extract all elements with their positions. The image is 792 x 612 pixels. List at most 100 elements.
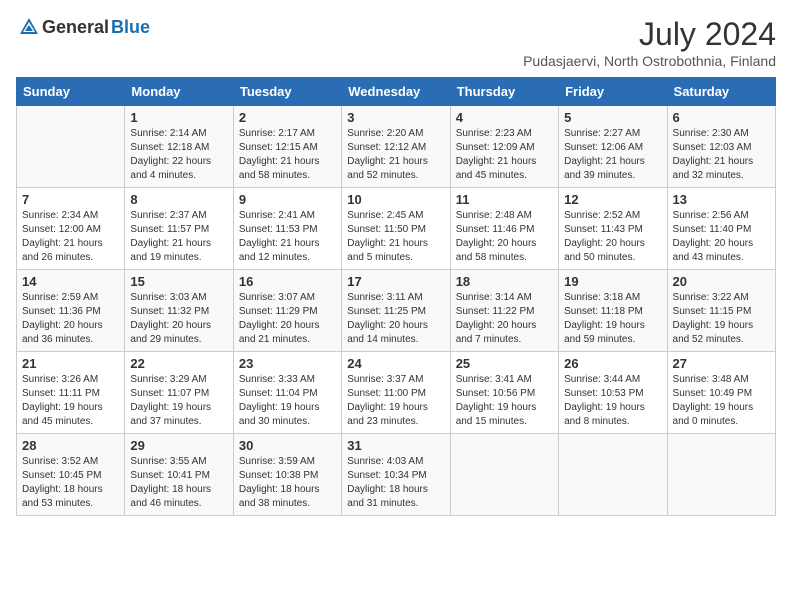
day-number: 15 xyxy=(130,274,227,289)
calendar-cell: 28 Sunrise: 3:52 AM Sunset: 10:45 PM Dayl… xyxy=(17,434,125,516)
month-year: July 2024 xyxy=(523,16,776,53)
day-detail: Sunrise: 3:52 AM Sunset: 10:45 PM Daylig… xyxy=(22,455,119,511)
day-number: 13 xyxy=(673,192,770,207)
day-detail: Sunrise: 3:11 AM Sunset: 11:25 PM Daylig… xyxy=(347,291,444,347)
calendar-cell: 16 Sunrise: 3:07 AM Sunset: 11:29 PM Dayl… xyxy=(233,270,341,352)
day-number: 18 xyxy=(456,274,553,289)
calendar-cell: 13 Sunrise: 2:56 AM Sunset: 11:40 PM Dayl… xyxy=(667,188,775,270)
day-detail: Sunrise: 2:30 AM Sunset: 12:03 AM Daylig… xyxy=(673,127,770,183)
day-detail: Sunrise: 3:14 AM Sunset: 11:22 PM Daylig… xyxy=(456,291,553,347)
day-detail: Sunrise: 2:56 AM Sunset: 11:40 PM Daylig… xyxy=(673,209,770,265)
day-number: 28 xyxy=(22,438,119,453)
calendar-table: SundayMondayTuesdayWednesdayThursdayFrid… xyxy=(16,77,776,516)
calendar-cell: 22 Sunrise: 3:29 AM Sunset: 11:07 PM Dayl… xyxy=(125,352,233,434)
header-saturday: Saturday xyxy=(667,78,775,106)
day-number: 5 xyxy=(564,110,661,125)
location: Pudasjaervi, North Ostrobothnia, Finland xyxy=(523,53,776,69)
calendar-cell: 19Sunrise: 3:18 AM Sunset: 11:18 PM Dayl… xyxy=(559,270,667,352)
day-number: 9 xyxy=(239,192,336,207)
day-detail: Sunrise: 2:14 AM Sunset: 12:18 AM Daylig… xyxy=(130,127,227,183)
calendar-cell: 20 Sunrise: 3:22 AM Sunset: 11:15 PM Dayl… xyxy=(667,270,775,352)
day-detail: Sunrise: 2:37 AM Sunset: 11:57 PM Daylig… xyxy=(130,209,227,265)
day-number: 23 xyxy=(239,356,336,371)
day-detail: Sunrise: 3:48 AM Sunset: 10:49 PM Daylig… xyxy=(673,373,770,429)
day-detail: Sunrise: 3:22 AM Sunset: 11:15 PM Daylig… xyxy=(673,291,770,347)
calendar-cell: 31Sunrise: 4:03 AM Sunset: 10:34 PM Dayl… xyxy=(342,434,450,516)
day-number: 17 xyxy=(347,274,444,289)
calendar-cell: 6 Sunrise: 2:30 AM Sunset: 12:03 AM Dayli… xyxy=(667,106,775,188)
calendar-cell: 12Sunrise: 2:52 AM Sunset: 11:43 PM Dayl… xyxy=(559,188,667,270)
logo: General Blue xyxy=(16,16,150,38)
day-number: 8 xyxy=(130,192,227,207)
calendar-cell: 3 Sunrise: 2:20 AM Sunset: 12:12 AM Dayli… xyxy=(342,106,450,188)
day-detail: Sunrise: 2:20 AM Sunset: 12:12 AM Daylig… xyxy=(347,127,444,183)
calendar-cell: 26Sunrise: 3:44 AM Sunset: 10:53 PM Dayl… xyxy=(559,352,667,434)
logo-text-blue: Blue xyxy=(111,17,150,38)
header-tuesday: Tuesday xyxy=(233,78,341,106)
day-detail: Sunrise: 3:03 AM Sunset: 11:32 PM Daylig… xyxy=(130,291,227,347)
day-number: 30 xyxy=(239,438,336,453)
calendar-cell xyxy=(559,434,667,516)
day-number: 22 xyxy=(130,356,227,371)
day-number: 20 xyxy=(673,274,770,289)
day-number: 29 xyxy=(130,438,227,453)
calendar-cell: 24Sunrise: 3:37 AM Sunset: 11:00 PM Dayl… xyxy=(342,352,450,434)
day-detail: Sunrise: 2:45 AM Sunset: 11:50 PM Daylig… xyxy=(347,209,444,265)
day-detail: Sunrise: 2:59 AM Sunset: 11:36 PM Daylig… xyxy=(22,291,119,347)
calendar-cell: 30 Sunrise: 3:59 AM Sunset: 10:38 PM Dayl… xyxy=(233,434,341,516)
calendar-cell: 27Sunrise: 3:48 AM Sunset: 10:49 PM Dayl… xyxy=(667,352,775,434)
day-detail: Sunrise: 2:34 AM Sunset: 12:00 AM Daylig… xyxy=(22,209,119,265)
calendar-cell: 18 Sunrise: 3:14 AM Sunset: 11:22 PM Dayl… xyxy=(450,270,558,352)
calendar-cell: 29 Sunrise: 3:55 AM Sunset: 10:41 PM Dayl… xyxy=(125,434,233,516)
day-number: 3 xyxy=(347,110,444,125)
calendar-cell: 23 Sunrise: 3:33 AM Sunset: 11:04 PM Dayl… xyxy=(233,352,341,434)
header: General Blue July 2024 Pudasjaervi, Nort… xyxy=(16,16,776,69)
day-number: 16 xyxy=(239,274,336,289)
calendar-cell: 10 Sunrise: 2:45 AM Sunset: 11:50 PM Dayl… xyxy=(342,188,450,270)
day-number: 1 xyxy=(130,110,227,125)
calendar-week-row: 7 Sunrise: 2:34 AM Sunset: 12:00 AM Dayli… xyxy=(17,188,776,270)
day-number: 26 xyxy=(564,356,661,371)
day-detail: Sunrise: 3:41 AM Sunset: 10:56 PM Daylig… xyxy=(456,373,553,429)
calendar-cell: 14 Sunrise: 2:59 AM Sunset: 11:36 PM Dayl… xyxy=(17,270,125,352)
calendar-cell: 5Sunrise: 2:27 AM Sunset: 12:06 AM Dayli… xyxy=(559,106,667,188)
header-wednesday: Wednesday xyxy=(342,78,450,106)
calendar-cell xyxy=(667,434,775,516)
day-number: 14 xyxy=(22,274,119,289)
day-detail: Sunrise: 2:17 AM Sunset: 12:15 AM Daylig… xyxy=(239,127,336,183)
calendar-header-row: SundayMondayTuesdayWednesdayThursdayFrid… xyxy=(17,78,776,106)
calendar-cell: 11 Sunrise: 2:48 AM Sunset: 11:46 PM Dayl… xyxy=(450,188,558,270)
calendar-week-row: 1 Sunrise: 2:14 AM Sunset: 12:18 AM Dayli… xyxy=(17,106,776,188)
day-number: 4 xyxy=(456,110,553,125)
logo-icon xyxy=(18,16,40,38)
day-detail: Sunrise: 3:07 AM Sunset: 11:29 PM Daylig… xyxy=(239,291,336,347)
calendar-cell: 21Sunrise: 3:26 AM Sunset: 11:11 PM Dayl… xyxy=(17,352,125,434)
day-detail: Sunrise: 3:33 AM Sunset: 11:04 PM Daylig… xyxy=(239,373,336,429)
day-number: 10 xyxy=(347,192,444,207)
day-number: 7 xyxy=(22,192,119,207)
calendar-cell: 2Sunrise: 2:17 AM Sunset: 12:15 AM Dayli… xyxy=(233,106,341,188)
calendar-cell xyxy=(450,434,558,516)
day-detail: Sunrise: 4:03 AM Sunset: 10:34 PM Daylig… xyxy=(347,455,444,511)
calendar-cell: 8 Sunrise: 2:37 AM Sunset: 11:57 PM Dayli… xyxy=(125,188,233,270)
day-number: 24 xyxy=(347,356,444,371)
calendar-cell: 17 Sunrise: 3:11 AM Sunset: 11:25 PM Dayl… xyxy=(342,270,450,352)
day-detail: Sunrise: 3:18 AM Sunset: 11:18 PM Daylig… xyxy=(564,291,661,347)
day-detail: Sunrise: 2:23 AM Sunset: 12:09 AM Daylig… xyxy=(456,127,553,183)
header-thursday: Thursday xyxy=(450,78,558,106)
day-detail: Sunrise: 3:29 AM Sunset: 11:07 PM Daylig… xyxy=(130,373,227,429)
day-detail: Sunrise: 3:55 AM Sunset: 10:41 PM Daylig… xyxy=(130,455,227,511)
day-detail: Sunrise: 2:41 AM Sunset: 11:53 PM Daylig… xyxy=(239,209,336,265)
calendar-cell: 25Sunrise: 3:41 AM Sunset: 10:56 PM Dayl… xyxy=(450,352,558,434)
calendar-cell xyxy=(17,106,125,188)
calendar-week-row: 28 Sunrise: 3:52 AM Sunset: 10:45 PM Dayl… xyxy=(17,434,776,516)
day-number: 12 xyxy=(564,192,661,207)
calendar-cell: 9 Sunrise: 2:41 AM Sunset: 11:53 PM Dayli… xyxy=(233,188,341,270)
day-detail: Sunrise: 3:59 AM Sunset: 10:38 PM Daylig… xyxy=(239,455,336,511)
day-number: 6 xyxy=(673,110,770,125)
day-number: 11 xyxy=(456,192,553,207)
title-block: July 2024 Pudasjaervi, North Ostrobothni… xyxy=(523,16,776,69)
calendar-cell: 1 Sunrise: 2:14 AM Sunset: 12:18 AM Dayli… xyxy=(125,106,233,188)
day-detail: Sunrise: 2:48 AM Sunset: 11:46 PM Daylig… xyxy=(456,209,553,265)
header-friday: Friday xyxy=(559,78,667,106)
